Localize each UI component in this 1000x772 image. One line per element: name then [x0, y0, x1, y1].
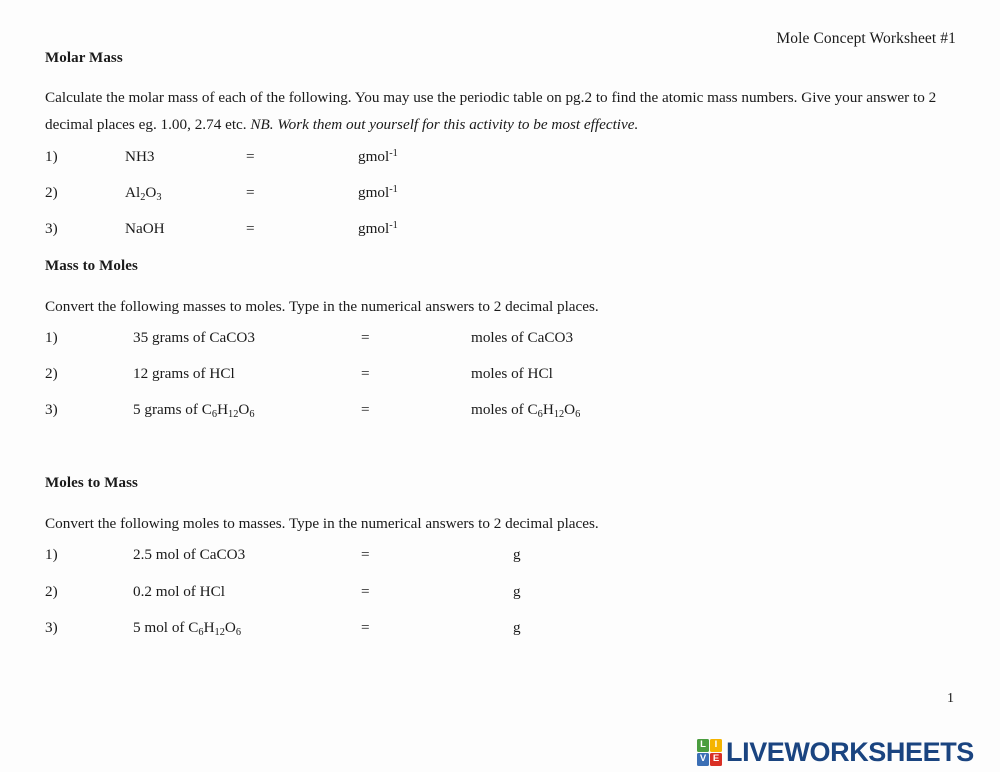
question-row: 3) NaOH = gmol-1: [45, 220, 960, 242]
worksheet-page: Mole Concept Worksheet #1 Molar Mass Cal…: [0, 0, 1000, 772]
section-heading-mass-to-moles: Mass to Moles: [45, 258, 138, 274]
instructions-molar-mass: Calculate the molar mass of each of the …: [45, 84, 960, 138]
equals-sign: =: [361, 546, 370, 563]
question-number: 1): [45, 546, 58, 563]
instructions-mass-to-moles: Convert the following masses to moles. T…: [45, 298, 599, 315]
question-quantity: 5 mol of: [133, 619, 189, 636]
liveworksheets-logo: L I V E LIVEWORKSHEETS: [697, 735, 974, 769]
section-heading-moles-to-mass: Moles to Mass: [45, 475, 138, 491]
question-text: 0.2 mol of HCl: [133, 583, 225, 600]
answer-unit-exponent: -1: [389, 183, 398, 195]
section-heading-molar-mass: Molar Mass: [45, 50, 123, 66]
question-quantity: 5 grams of: [133, 401, 202, 418]
document-header-title: Mole Concept Worksheet #1: [776, 30, 956, 47]
answer-label-prefix: moles of: [471, 365, 528, 382]
question-row: 1) 35 grams of CaCO3 = moles of CaCO3: [45, 329, 960, 351]
page-number: 1: [947, 691, 954, 706]
equals-sign: =: [361, 401, 370, 418]
question-number: 1): [45, 329, 58, 346]
question-row: 3) 5 grams of C6H12O6 = moles of C6H12O6: [45, 401, 960, 423]
logo-tile-l: L: [697, 738, 709, 752]
question-text: 5 grams of C6H12O6: [133, 401, 255, 420]
answer-label: moles of CaCO3: [471, 329, 574, 346]
logo-tile-e: E: [710, 752, 722, 766]
answer-label: moles of C6H12O6: [471, 401, 581, 420]
answer-unit-exponent: -1: [389, 147, 398, 159]
answer-unit: gmol-1: [358, 220, 398, 238]
question-quantity: 0.2 mol of: [133, 583, 200, 600]
equals-sign: =: [361, 365, 370, 382]
question-formula: NH3: [125, 148, 155, 165]
answer-unit-text: gmol: [358, 148, 390, 165]
answer-unit-text: gmol: [358, 184, 390, 201]
question-number: 2): [45, 583, 58, 600]
question-number: 3): [45, 619, 58, 636]
question-text: 5 mol of C6H12O6: [133, 619, 242, 638]
question-row: 2) 12 grams of HCl = moles of HCl: [45, 365, 960, 387]
liveworksheets-logo-tiles: L I V E: [697, 738, 722, 766]
equals-sign: =: [246, 220, 255, 237]
question-row: 2) Al2O3 = gmol-1: [45, 184, 960, 206]
question-number: 2): [45, 184, 58, 201]
answer-unit: g: [513, 619, 521, 636]
question-number: 3): [45, 401, 58, 418]
question-quantity: 2.5 mol of: [133, 546, 200, 563]
question-text: 12 grams of HCl: [133, 365, 235, 382]
answer-unit: g: [513, 546, 521, 563]
question-text: 2.5 mol of CaCO3: [133, 546, 246, 563]
instructions-molar-mass-note: NB. Work them out yourself for this acti…: [250, 116, 639, 133]
answer-unit-exponent: -1: [389, 219, 398, 231]
answer-unit: g: [513, 583, 521, 600]
question-quantity: 35 grams of: [133, 329, 210, 346]
question-text: 35 grams of CaCO3: [133, 329, 255, 346]
equals-sign: =: [361, 583, 370, 600]
answer-unit-text: gmol: [358, 220, 390, 237]
logo-tile-i: I: [710, 738, 722, 752]
answer-label-prefix: moles of: [471, 401, 528, 418]
liveworksheets-wordmark: LIVEWORKSHEETS: [726, 736, 974, 767]
question-number: 3): [45, 220, 58, 237]
equals-sign: =: [361, 619, 370, 636]
question-row: 1) NH3 = gmol-1: [45, 148, 960, 170]
question-row: 2) 0.2 mol of HCl = g: [45, 583, 960, 605]
question-quantity: 12 grams of: [133, 365, 210, 382]
answer-label-prefix: moles of: [471, 329, 528, 346]
answer-label: moles of HCl: [471, 365, 553, 382]
question-number: 2): [45, 365, 58, 382]
question-number: 1): [45, 148, 58, 165]
answer-unit: gmol-1: [358, 184, 398, 202]
equals-sign: =: [246, 148, 255, 165]
instructions-moles-to-mass: Convert the following moles to masses. T…: [45, 515, 599, 532]
question-row: 1) 2.5 mol of CaCO3 = g: [45, 546, 960, 568]
answer-unit: gmol-1: [358, 148, 398, 166]
question-formula: NaOH: [125, 220, 165, 237]
question-formula: Al2O3: [125, 184, 162, 203]
logo-tile-v: V: [697, 752, 709, 766]
equals-sign: =: [361, 329, 370, 346]
equals-sign: =: [246, 184, 255, 201]
question-row: 3) 5 mol of C6H12O6 = g: [45, 619, 960, 641]
